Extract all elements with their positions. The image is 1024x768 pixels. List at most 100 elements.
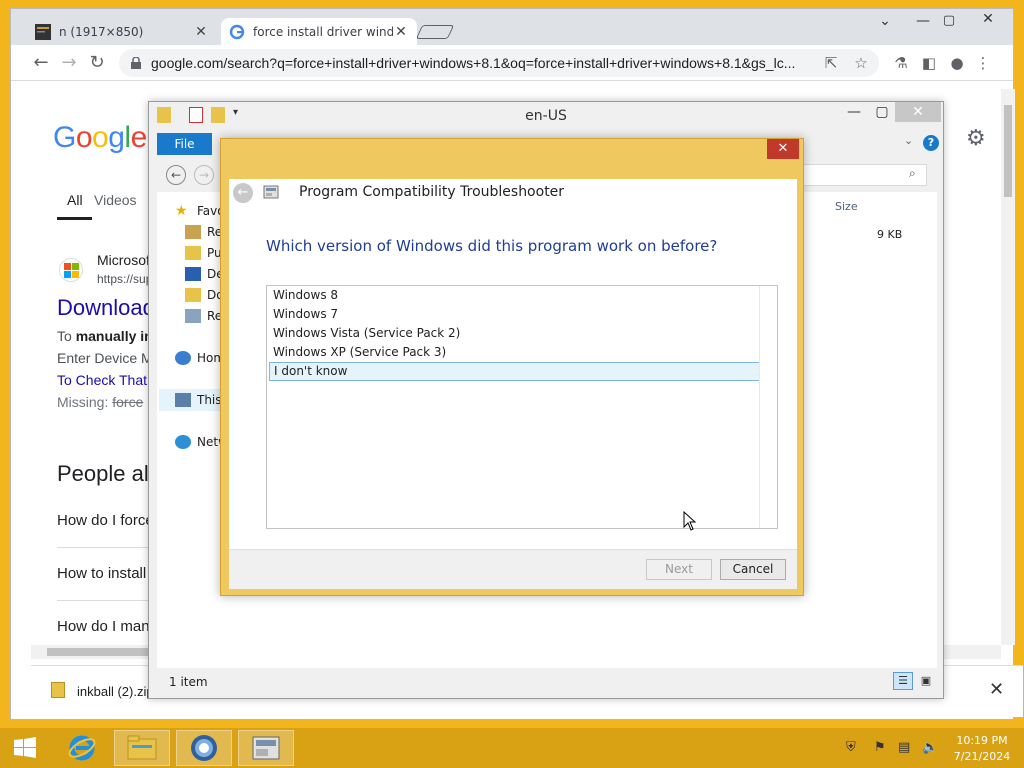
nav-item-homegroup[interactable]: Hom xyxy=(175,351,225,365)
active-tab-indicator xyxy=(57,217,92,220)
new-tab-button[interactable] xyxy=(415,25,455,39)
result-title-link[interactable]: Download xyxy=(57,295,155,321)
nav-item-recent[interactable]: Re xyxy=(185,225,222,239)
close-button[interactable]: ✕ xyxy=(895,102,941,122)
result-site-name: Microsoft xyxy=(97,252,154,268)
nav-label: This xyxy=(197,393,222,407)
address-bar[interactable]: google.com/search?q=force+install+driver… xyxy=(119,49,879,77)
mouse-cursor-icon xyxy=(683,511,697,531)
next-button[interactable]: Next xyxy=(646,559,712,580)
troubleshooter-icon xyxy=(252,736,280,760)
result-sublink[interactable]: To Check That A xyxy=(57,372,159,388)
tab-videos[interactable]: Videos xyxy=(94,192,137,208)
nav-item-this-pc[interactable]: This xyxy=(175,393,222,407)
reload-button[interactable]: ↻ xyxy=(83,49,111,77)
star-icon: ★ xyxy=(175,203,188,219)
folder-icon xyxy=(185,246,201,260)
tab-search[interactable]: force install driver windo ✕ xyxy=(221,18,417,45)
chrome-icon[interactable] xyxy=(176,730,232,766)
recent-icon xyxy=(185,225,201,239)
details-view-icon[interactable]: ☰ xyxy=(893,672,913,690)
forward-button[interactable]: → xyxy=(194,165,214,185)
tab-image[interactable]: n (1917×850) ✕ xyxy=(27,18,217,45)
column-header-size[interactable]: Size xyxy=(835,200,858,213)
nav-item-public[interactable]: Pu xyxy=(185,246,222,260)
list-item[interactable]: Windows XP (Service Pack 3) xyxy=(269,343,761,362)
settings-gear-icon[interactable]: ⚙ xyxy=(966,126,986,151)
dialog-question: Which version of Windows did this progra… xyxy=(266,237,718,255)
troubleshooter-icon xyxy=(263,185,279,199)
shield-icon[interactable]: ⛨ xyxy=(846,740,856,755)
ie-icon[interactable] xyxy=(54,730,110,766)
flag-icon[interactable]: ⚑ xyxy=(874,740,886,755)
tab-title: force install driver windo xyxy=(253,24,393,39)
maximize-button[interactable]: ▢ xyxy=(867,102,897,122)
help-icon[interactable]: ? xyxy=(923,135,939,151)
tab-all[interactable]: All xyxy=(67,192,83,208)
close-icon[interactable]: ✕ xyxy=(393,24,409,40)
start-button[interactable] xyxy=(0,730,50,766)
desktop-icon xyxy=(185,267,201,281)
image-tab-icon xyxy=(35,23,51,40)
profile-icon[interactable]: ● xyxy=(947,53,967,73)
documents-icon xyxy=(185,288,201,302)
close-button[interactable]: ✕ xyxy=(767,139,799,159)
close-window-button[interactable]: ✕ xyxy=(969,11,1007,33)
network-icon xyxy=(175,435,191,449)
back-button[interactable]: ← xyxy=(166,165,186,185)
paa-question[interactable]: How do I force xyxy=(57,512,154,529)
back-button[interactable]: ← xyxy=(27,49,55,77)
explorer-title: en-US xyxy=(525,108,567,124)
list-item[interactable]: Windows 8 xyxy=(269,286,761,305)
computer-icon xyxy=(175,393,191,407)
minimize-button[interactable]: — xyxy=(911,13,935,29)
lock-icon xyxy=(131,57,141,69)
restore-button[interactable]: ▢ xyxy=(937,13,961,28)
google-logo[interactable]: Google xyxy=(53,121,147,155)
list-scrollbar[interactable] xyxy=(759,286,777,528)
cancel-button[interactable]: Cancel xyxy=(720,559,786,580)
sidepanel-icon[interactable]: ◧ xyxy=(919,53,939,73)
forward-button[interactable]: → xyxy=(55,49,83,77)
windows-version-list[interactable]: Windows 8 Windows 7 Windows Vista (Servi… xyxy=(266,285,778,529)
chevron-down-icon[interactable]: ⌄ xyxy=(873,13,897,29)
paa-question[interactable]: How to install xyxy=(57,565,146,582)
url-text: google.com/search?q=force+install+driver… xyxy=(151,55,796,71)
windows-logo-icon xyxy=(14,737,36,758)
nav-item-recent-places[interactable]: Re xyxy=(185,309,222,323)
status-bar-text: 1 item xyxy=(169,675,208,689)
scrollbar-thumb[interactable] xyxy=(1004,105,1012,197)
clock-date[interactable]: 7/21/2024 xyxy=(950,750,1014,763)
nav-item-favorites[interactable]: ★ Favo xyxy=(175,204,225,218)
list-item[interactable]: Windows Vista (Service Pack 2) xyxy=(269,324,761,343)
search-icon: ⌕ xyxy=(909,166,916,180)
file-explorer-icon[interactable] xyxy=(114,730,170,766)
download-item[interactable]: inkball (2).zip xyxy=(77,684,154,699)
network-icon[interactable]: ▤ xyxy=(898,740,910,755)
close-icon[interactable]: ✕ xyxy=(193,24,209,40)
nav-item-desktop[interactable]: De xyxy=(185,267,224,281)
paa-question[interactable]: How do I man xyxy=(57,618,150,635)
volume-muted-icon[interactable]: 🔈 xyxy=(922,740,938,755)
large-icons-view-icon[interactable]: ▣ xyxy=(917,672,935,690)
back-arrow-icon[interactable]: ← xyxy=(233,183,253,203)
list-item[interactable]: Windows 7 xyxy=(269,305,761,324)
chevron-down-icon[interactable]: ⌄ xyxy=(904,134,913,147)
list-item-selected[interactable]: I don't know xyxy=(269,362,761,381)
menu-icon[interactable]: ⋮ xyxy=(973,53,993,73)
file-tab[interactable]: File xyxy=(157,133,212,155)
share-icon[interactable]: ⇱ xyxy=(821,53,841,73)
internet-explorer-icon xyxy=(68,735,96,761)
troubleshooter-taskbar-icon[interactable] xyxy=(238,730,294,766)
troubleshooter-dialog: ✕ ← Program Compatibility Troubleshooter… xyxy=(220,138,804,596)
minimize-button[interactable]: — xyxy=(839,102,869,122)
extensions-icon[interactable]: ⚗ xyxy=(891,53,911,73)
star-icon[interactable]: ☆ xyxy=(851,53,871,73)
clock-time[interactable]: 10:19 PM xyxy=(950,734,1014,747)
file-size: 9 KB xyxy=(877,228,903,241)
search-input[interactable] xyxy=(799,164,927,186)
nav-item-documents[interactable]: Do xyxy=(185,288,224,302)
google-icon xyxy=(229,24,245,39)
chrome-browser-icon xyxy=(191,735,217,761)
close-icon[interactable]: ✕ xyxy=(989,679,1004,700)
